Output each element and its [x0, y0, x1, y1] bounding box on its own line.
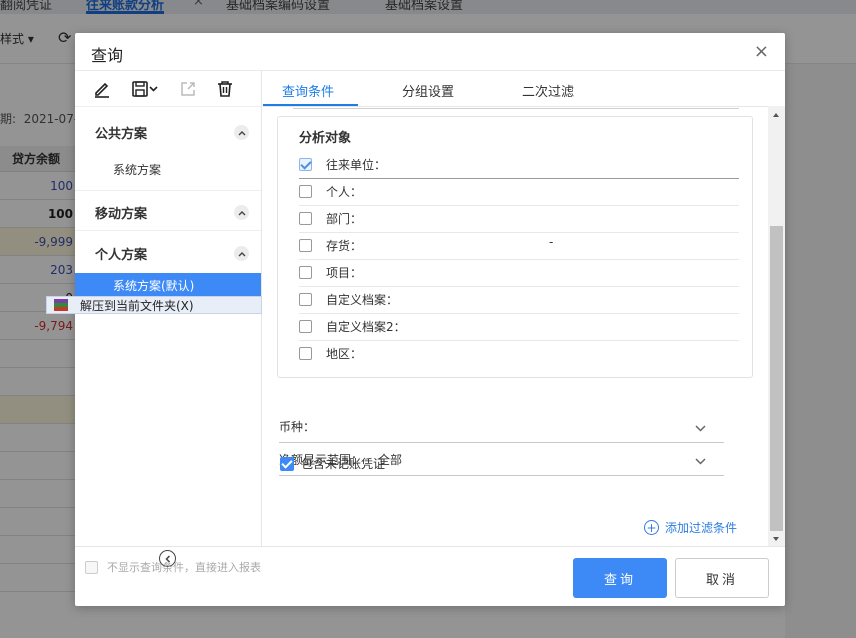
chevron-down-icon[interactable]	[695, 454, 706, 469]
divider	[75, 190, 261, 191]
active-tab-indicator	[263, 104, 358, 106]
export-icon[interactable]	[178, 80, 198, 98]
chevron-up-icon[interactable]	[234, 246, 249, 261]
partner-checkbox[interactable]	[299, 158, 312, 171]
department-checkbox[interactable]	[299, 212, 312, 225]
query-button[interactable]: 查询	[573, 558, 667, 598]
cancel-button[interactable]: 取消	[675, 558, 769, 598]
option-label: 个人：	[326, 185, 363, 199]
option-row-department[interactable]: 部门：	[299, 206, 739, 233]
currency-select[interactable]: 币种：	[279, 410, 724, 443]
option-label: 自定义档案2：	[326, 320, 406, 334]
option-label: 存货：	[326, 239, 363, 253]
group-title-mobile: 移动方案	[95, 207, 148, 222]
divider	[75, 230, 261, 231]
region-checkbox[interactable]	[299, 347, 312, 360]
add-filter-label: 添加过滤条件	[665, 521, 738, 535]
chevron-up-icon[interactable]	[234, 125, 249, 140]
group-title-personal: 个人方案	[95, 248, 148, 263]
person-checkbox[interactable]	[299, 185, 312, 198]
include-unposted-label: 包含未记账凭证	[301, 457, 386, 471]
option-row-partner[interactable]: 往来单位：	[299, 152, 739, 179]
chevron-up-icon[interactable]	[234, 205, 249, 220]
project-checkbox[interactable]	[299, 266, 312, 279]
dialog-footer: 不显示查询条件，直接进入报表 查询 取消	[75, 546, 785, 606]
divider	[293, 108, 739, 109]
inventory-checkbox[interactable]	[299, 239, 312, 252]
scroll-up-icon[interactable]	[773, 113, 779, 117]
option-label: 自定义档案：	[326, 293, 399, 307]
include-unposted-checkbox[interactable]	[280, 457, 294, 471]
option-label: 项目：	[326, 266, 363, 280]
option-row-region[interactable]: 地区：	[299, 341, 739, 368]
option-label: 部门：	[326, 212, 363, 226]
analysis-object-box: 分析对象 往来单位： 个人： 部门： 存货： - 项目： 自定义档案： 自定义档…	[277, 116, 753, 378]
extract-here-menu-item[interactable]: 解压到当前文件夹(X)	[46, 296, 262, 314]
tab-query-conditions[interactable]: 查询条件	[282, 81, 334, 100]
edit-icon[interactable]	[92, 80, 112, 98]
scheme-item-system[interactable]: 系统方案	[75, 157, 261, 183]
extract-here-label: 解压到当前文件夹(X)	[80, 298, 194, 313]
group-title-public: 公共方案	[95, 127, 148, 142]
scrollbar[interactable]	[768, 106, 785, 547]
option-row-inventory[interactable]: 存货： -	[299, 233, 739, 260]
chevron-down-icon[interactable]	[695, 421, 706, 436]
close-icon[interactable]: ×	[754, 41, 769, 62]
option-label: 往来单位：	[326, 158, 387, 172]
custom-archive-checkbox[interactable]	[299, 293, 312, 306]
analysis-title: 分析对象	[299, 131, 352, 146]
delete-icon[interactable]	[215, 80, 235, 98]
currency-label: 币种：	[279, 420, 316, 434]
scroll-down-icon[interactable]	[773, 537, 779, 541]
option-row-project[interactable]: 项目：	[299, 260, 739, 287]
skip-conditions-label: 不显示查询条件，直接进入报表	[107, 561, 261, 574]
query-tabs: 查询条件 分组设置 二次过滤	[263, 71, 785, 107]
scrollbar-thumb[interactable]	[770, 226, 783, 531]
option-row-custom-archive-2[interactable]: 自定义档案2：	[299, 314, 739, 341]
option-row-person[interactable]: 个人：	[299, 179, 739, 206]
winrar-archive-icon	[54, 299, 68, 311]
inventory-value: -	[549, 235, 554, 249]
custom-archive-2-checkbox[interactable]	[299, 320, 312, 333]
dialog-title: 查询	[91, 46, 124, 65]
add-filter-button[interactable]: + 添加过滤条件	[644, 519, 737, 536]
save-icon[interactable]	[130, 80, 160, 98]
query-dialog: 查询 × 公共方案 系统方案 移动方案 个人方案 系统方案(默认) 查询条件 分…	[75, 33, 785, 606]
option-row-custom-archive[interactable]: 自定义档案：	[299, 287, 739, 314]
plus-icon: +	[644, 520, 659, 535]
skip-conditions-checkbox[interactable]	[85, 561, 98, 574]
tab-group-settings[interactable]: 分组设置	[402, 81, 454, 100]
query-conditions-panel: 分析对象 往来单位： 个人： 部门： 存货： - 项目： 自定义档案： 自定义档…	[263, 108, 785, 548]
tab-secondary-filter[interactable]: 二次过滤	[522, 81, 574, 100]
option-label: 地区：	[326, 347, 363, 361]
scheme-toolbar	[75, 71, 262, 107]
